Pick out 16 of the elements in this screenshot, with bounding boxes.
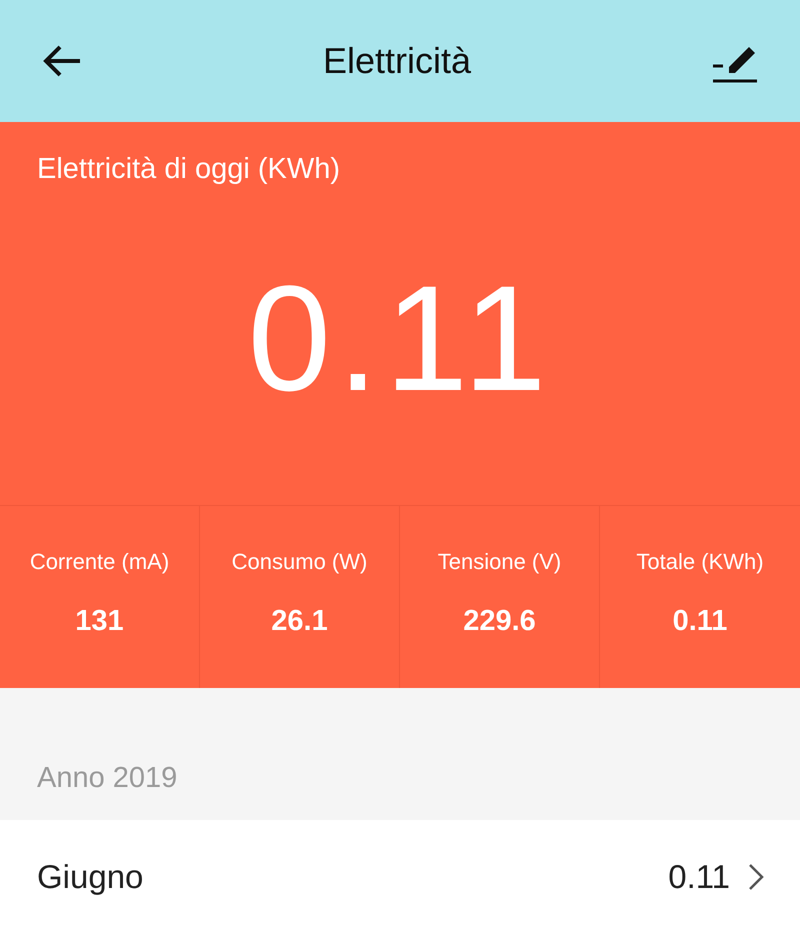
stat-label: Tensione (V): [438, 548, 562, 576]
page-title: Elettricità: [322, 39, 472, 83]
month-name: Giugno: [37, 857, 144, 898]
stat-value: 131: [75, 604, 124, 639]
year-label: Anno 2019: [37, 760, 178, 796]
stat-value: 229.6: [463, 604, 536, 639]
chevron-right-icon: [748, 863, 764, 891]
today-value: 0.11: [248, 263, 552, 414]
stat-label: Totale (KWh): [636, 548, 764, 576]
stat-label: Corrente (mA): [30, 548, 170, 576]
back-arrow-icon: [42, 44, 82, 78]
today-label: Elettricità di oggi (KWh): [36, 152, 340, 187]
month-value: 0.11: [668, 857, 730, 898]
stat-value: 26.1: [271, 604, 328, 639]
stat-label: Consumo (W): [232, 548, 368, 576]
stat-value: 0.11: [672, 604, 728, 639]
